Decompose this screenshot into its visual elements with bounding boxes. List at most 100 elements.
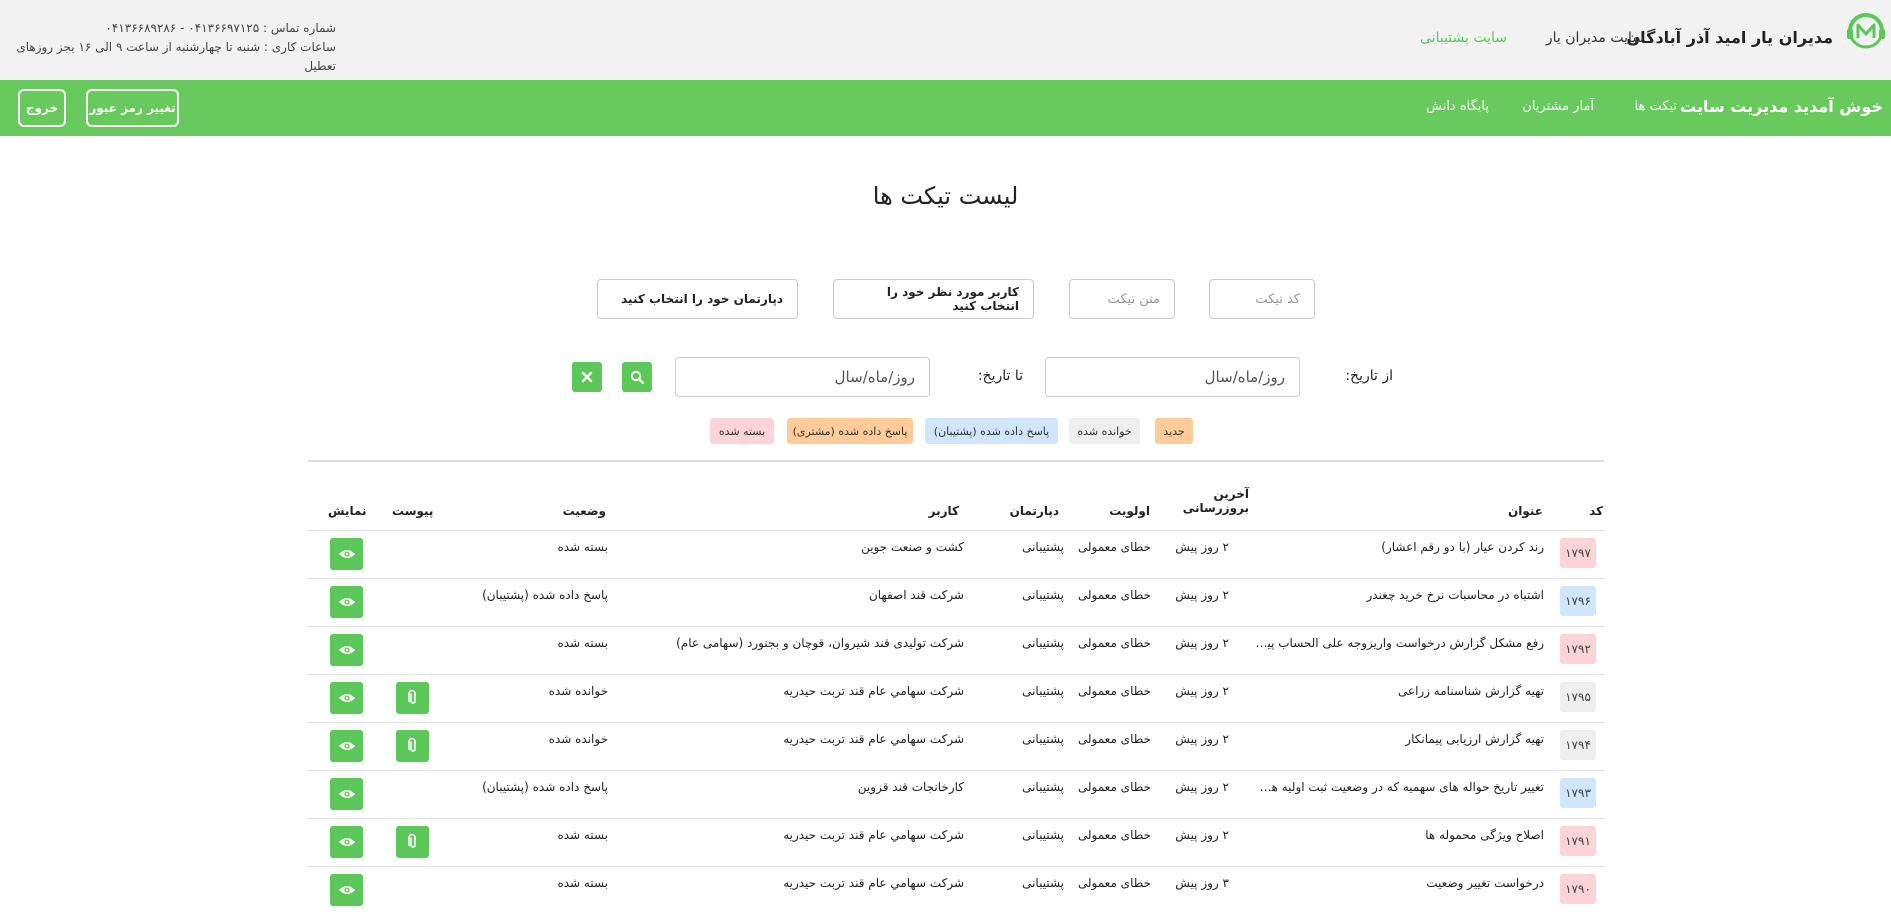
divider [308,460,1604,462]
header-last-update-line1: آخرین [1213,487,1249,501]
ticket-user: کارخانجات قند قزوین [857,780,964,794]
work-hours: ساعات کاری : شنبه تا چهارشنبه از ساعت ۹ … [16,40,336,73]
view-ticket-button[interactable] [330,730,363,762]
ticket-title: درخواست تغییر وضعیت [1426,876,1544,890]
ticket-status: بسته شده [557,876,608,890]
header-view: نمایش [328,504,367,518]
ticket-department: پشتیبانی [1022,780,1064,794]
ticket-title: تهیه گزارش ارزیابی پیمانکار [1405,732,1544,746]
legend-answered-customer: پاسخ داده شده (مشتری) [787,418,913,444]
close-icon [581,371,593,383]
header-title: عنوان [1508,504,1543,518]
header-department: دپارتمان [1009,504,1059,518]
legend-new: جدید [1155,418,1193,444]
view-ticket-button[interactable] [330,586,363,618]
attachment-button[interactable] [396,682,429,714]
view-ticket-button[interactable] [330,826,363,858]
support-site-link[interactable]: سایت پشتیبانی [1420,30,1507,46]
ticket-status: بسته شده [557,828,608,842]
ticket-code-badge: ۱۷۹۰ [1560,874,1596,904]
header-last-update: آخرین بروزرسانی [1183,487,1249,515]
view-ticket-button[interactable] [330,634,363,666]
header-status: وضعیت [562,504,606,518]
to-date-input[interactable]: روز/ماه/سال [675,357,930,397]
ticket-last-update: ۲ روز پیش [1175,588,1229,602]
ticket-user: شرکت تولیدی قند شیروان، قوچان و بجنورد (… [676,636,964,650]
table-row: ۱۷۹۳ تغییر تاریخ حواله های سهمیه که در وض… [308,770,1604,818]
ticket-status: پاسخ داده شده (پشتیبان) [482,780,608,794]
page-title: لیست تیکت ها [872,182,1019,210]
ticket-user: شركت سهامي عام قند تربت حيدريه [783,684,964,698]
ticket-code-badge: ۱۷۹۲ [1560,634,1596,664]
eye-icon [338,886,355,894]
table-row: ۱۷۹۱ اصلاح ویژگی محموله ها ۲ روز پیش خطای م… [308,818,1604,866]
ticket-user: شرکت قند اصفهان [868,588,964,602]
contact-phone: شماره تماس : ۰۴۱۳۶۶۹۷۱۲۵ - ۰۴۱۳۶۶۸۹۲۸۶ [105,21,336,35]
search-icon [630,370,644,384]
legend-answered-support: پاسخ داده شده (پشتیبان) [925,418,1058,444]
attachment-button[interactable] [396,826,429,858]
table-row: ۱۷۹۶ اشتباه در محاسبات نرخ خرید چغندر ۲ رو… [308,578,1604,626]
ticket-code-badge: ۱۷۹۱ [1560,826,1596,856]
ticket-priority: خطای معمولی [1077,732,1151,746]
ticket-status: بسته شده [557,540,608,554]
table-row: ۱۷۹۲ رفع مشکل گزارش درخواست واریزوجه علی … [308,626,1604,674]
search-button[interactable] [622,362,652,392]
header-priority: اولویت [1109,504,1150,518]
ticket-department: پشتیبانی [1022,540,1064,554]
ticket-code-badge: ۱۷۹۷ [1560,538,1596,568]
view-ticket-button[interactable] [330,778,363,810]
company-logo-icon[interactable] [1845,10,1887,52]
ticket-user: شركت سهامي عام قند تربت حيدريه [783,732,964,746]
table-row: ۱۷۹۵ تهیه گزارش شناسنامه زراعی ۲ روز پیش خط… [308,674,1604,722]
ticket-status: خوانده شده [548,684,608,698]
company-name[interactable]: مدیران یار امید آذر آبادگان [1626,28,1833,47]
ticket-code-badge: ۱۷۹۳ [1560,778,1596,808]
department-select[interactable]: دپارتمان خود را انتخاب کنید [597,279,798,319]
nav-knowledge-base[interactable]: پایگاه دانش [1426,99,1489,114]
welcome-title: خوش آمدید مدیریت سایت [1680,97,1883,116]
paperclip-icon [407,834,416,848]
ticket-department: پشتیبانی [1022,684,1064,698]
table-row: ۱۷۹۰ درخواست تغییر وضعیت ۳ روز پیش خطای معم… [308,866,1604,914]
clear-filters-button[interactable] [572,362,602,392]
view-ticket-button[interactable] [330,682,363,714]
ticket-user: شركت سهامي عام قند تربت حيدريه [783,876,964,890]
eye-icon [338,598,355,606]
legend-read: خوانده شده [1069,418,1140,444]
eye-icon [338,742,355,750]
view-ticket-button[interactable] [330,874,363,906]
ticket-status: پاسخ داده شده (پشتیبان) [482,588,608,602]
table-row: ۱۷۹۷ رند کردن عیار (با دو رقم اعشار) ۲ روز… [308,530,1604,578]
nav-tickets[interactable]: تیکت ها [1635,99,1677,114]
view-ticket-button[interactable] [330,538,363,570]
from-date-input[interactable]: روز/ماه/سال [1045,357,1300,397]
paperclip-icon [407,690,416,704]
ticket-title: رفع مشکل گزارش درخواست واریزوجه علی الحس… [1252,636,1544,650]
ticket-priority: خطای معمولی [1077,540,1151,554]
managers-site-link[interactable]: سایت مدیران یار [1546,30,1644,46]
ticket-department: پشتیبانی [1022,588,1064,602]
ticket-last-update: ۲ روز پیش [1175,540,1229,554]
ticket-department: پشتیبانی [1022,636,1064,650]
ticket-code-input[interactable]: کد تیکت [1209,279,1315,319]
main-navbar: خوش آمدید مدیریت سایت تیکت ها آمار مشتری… [0,80,1891,136]
logout-button[interactable]: خروج [18,89,66,127]
eye-icon [338,790,355,798]
ticket-text-input[interactable]: متن تیکت [1069,279,1175,319]
header-attachment: پیوست [392,504,434,518]
ticket-department: پشتیبانی [1022,876,1064,890]
user-select[interactable]: کاربر مورد نظر خود را انتخاب کنید [833,279,1034,319]
ticket-priority: خطای معمولی [1077,876,1151,890]
change-password-button[interactable]: تغییر رمز عبور [86,89,179,127]
paperclip-icon [407,738,416,752]
ticket-title: رند کردن عیار (با دو رقم اعشار) [1381,540,1544,554]
ticket-code-badge: ۱۷۹۵ [1560,682,1596,712]
attachment-button[interactable] [396,730,429,762]
ticket-last-update: ۳ روز پیش [1175,876,1229,890]
nav-customer-stats[interactable]: آمار مشتریان [1522,99,1594,114]
eye-icon [338,646,355,654]
table-row: ۱۷۹۴ تهیه گزارش ارزیابی پیمانکار ۲ روز پیش… [308,722,1604,770]
to-date-label: تا تاریخ: [977,368,1023,384]
ticket-department: پشتیبانی [1022,828,1064,842]
